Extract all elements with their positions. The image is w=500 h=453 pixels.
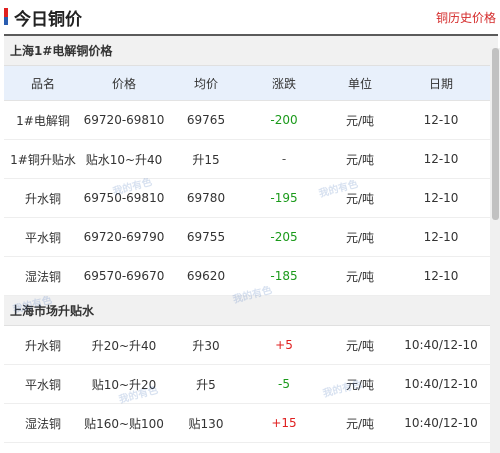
col-header-change: 涨跌 xyxy=(271,76,296,91)
row-price: 贴10~升20 xyxy=(91,377,157,392)
row-change: -205 xyxy=(270,230,298,244)
row-avg: 升15 xyxy=(192,152,220,167)
row-unit: 元/吨 xyxy=(345,230,375,245)
row-change: +15 xyxy=(271,416,297,430)
row-date: 12-10 xyxy=(423,152,459,166)
row-unit: 元/吨 xyxy=(345,191,375,206)
row-change: -5 xyxy=(278,377,290,391)
row-avg: 69780 xyxy=(186,191,226,205)
table-row: 湿法铜 69570-69670 69620 -185 元/吨 12-10 xyxy=(4,257,498,296)
row-name: 平水铜 xyxy=(24,377,61,392)
row-price: 升20~升40 xyxy=(91,338,157,353)
table-row: 平水铜 贴10~升20 升5 -5 元/吨 10:40/12-10 xyxy=(4,365,498,404)
col-header-price: 价格 xyxy=(111,76,136,91)
row-name: 湿法铜 xyxy=(24,416,61,431)
row-unit: 元/吨 xyxy=(345,338,375,353)
row-date: 10:40/12-10 xyxy=(404,416,478,430)
row-change: +5 xyxy=(275,338,293,352)
row-unit: 元/吨 xyxy=(345,152,375,167)
row-price: 69750-69810 xyxy=(83,191,165,205)
row-avg: 贴130 xyxy=(188,416,224,431)
table-row: 湿法铜 贴160~贴100 贴130 +15 元/吨 10:40/12-10 xyxy=(4,404,498,443)
row-name: 1#铜升贴水 xyxy=(10,152,76,167)
row-price: 贴160~贴100 xyxy=(84,416,164,431)
vertical-scrollbar[interactable] xyxy=(490,48,500,453)
table-row: 1#电解铜 69720-69810 69765 -200 元/吨 12-10 xyxy=(4,101,498,140)
row-unit: 元/吨 xyxy=(345,269,375,284)
row-avg: 69755 xyxy=(186,230,226,244)
title-accent-bar xyxy=(4,8,8,25)
col-header-unit: 单位 xyxy=(347,76,372,91)
copper-history-link[interactable]: 铜历史价格 xyxy=(436,9,496,26)
row-date: 10:40/12-10 xyxy=(404,338,478,352)
col-header-date: 日期 xyxy=(428,76,453,91)
col-header-avg: 均价 xyxy=(193,76,218,91)
row-date: 12-10 xyxy=(423,191,459,205)
page-title: 今日铜价 xyxy=(14,10,82,30)
row-avg: 69765 xyxy=(186,113,226,127)
table-row: 1#铜升贴水 贴水10~升40 升15 - 元/吨 12-10 xyxy=(4,140,498,179)
row-price: 69570-69670 xyxy=(83,269,165,283)
row-unit: 元/吨 xyxy=(345,377,375,392)
row-date: 12-10 xyxy=(423,230,459,244)
table-row: 平水铜 69720-69790 69755 -205 元/吨 12-10 xyxy=(4,218,498,257)
col-header-name: 品名 xyxy=(30,76,55,91)
table-header: 品名 价格 均价 涨跌 单位 日期 xyxy=(4,66,498,101)
row-avg: 升30 xyxy=(192,338,220,353)
section-title-premium: 上海市场升贴水 xyxy=(4,296,498,326)
row-date: 10:40/12-10 xyxy=(404,377,478,391)
row-unit: 元/吨 xyxy=(345,113,375,128)
row-unit: 元/吨 xyxy=(345,416,375,431)
row-name: 平水铜 xyxy=(24,230,61,245)
row-change: -200 xyxy=(270,113,298,127)
row-name: 升水铜 xyxy=(24,191,61,206)
row-price: 69720-69810 xyxy=(83,113,165,127)
price-panel: 上海1#电解铜价格 品名 价格 均价 涨跌 单位 日期 1#电解铜 69720-… xyxy=(4,34,498,453)
section-title-electrolytic: 上海1#电解铜价格 xyxy=(4,36,498,66)
row-price: 贴水10~升40 xyxy=(85,152,163,167)
page-header: 今日铜价 铜历史价格 xyxy=(0,0,500,34)
row-name: 升水铜 xyxy=(24,338,61,353)
table-row: 升水铜 升20~升40 升30 +5 元/吨 10:40/12-10 xyxy=(4,326,498,365)
row-avg: 69620 xyxy=(186,269,226,283)
row-change: -185 xyxy=(270,269,298,283)
row-name: 湿法铜 xyxy=(24,269,61,284)
row-price: 69720-69790 xyxy=(83,230,165,244)
row-date: 12-10 xyxy=(423,269,459,283)
scrollbar-thumb[interactable] xyxy=(492,48,499,220)
row-date: 12-10 xyxy=(423,113,459,127)
row-name: 1#电解铜 xyxy=(16,113,70,128)
row-avg: 升5 xyxy=(196,377,216,392)
row-change: -195 xyxy=(270,191,298,205)
row-change: - xyxy=(281,152,287,166)
table-row: 升水铜 69750-69810 69780 -195 元/吨 12-10 xyxy=(4,179,498,218)
